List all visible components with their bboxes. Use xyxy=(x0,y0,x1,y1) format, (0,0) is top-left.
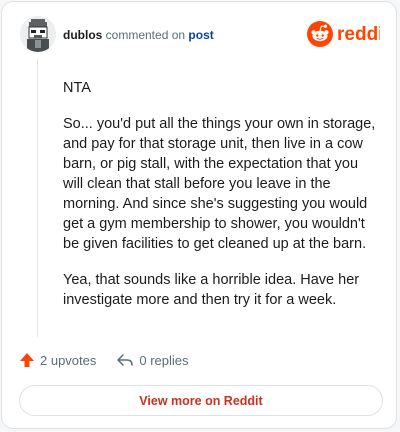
user-avatar[interactable] xyxy=(20,16,56,52)
comment-meta: dublos commented on post xyxy=(63,28,214,42)
reddit-logo-icon: reddit xyxy=(307,21,380,47)
comment-actions: 2 upvotes 0 replies xyxy=(19,350,209,370)
action-text: commented on xyxy=(105,28,186,42)
comment-header: dublos commented on post reddit xyxy=(20,16,380,52)
comment-body: NTA So... you'd put all the things your … xyxy=(63,78,381,326)
upvote-count: 2 upvotes xyxy=(40,352,97,368)
upvote-button[interactable]: 2 upvotes xyxy=(19,352,96,368)
brand-wordmark: reddit xyxy=(337,24,380,45)
reply-button[interactable]: 0 replies xyxy=(116,352,189,368)
post-link[interactable]: post xyxy=(188,28,213,42)
reddit-logo[interactable]: reddit xyxy=(306,20,380,48)
view-more-button[interactable]: View more on Reddit xyxy=(19,385,383,416)
comment-paragraph: Yea, that sounds like a horrible idea. H… xyxy=(63,272,360,308)
reply-count: 0 replies xyxy=(139,352,189,368)
embedded-comment-card: dublos commented on post reddit NTA So..… xyxy=(1,1,397,429)
comment-paragraph: So... you'd put all the things your own … xyxy=(63,116,376,252)
thread-line xyxy=(37,59,38,337)
username-link[interactable]: dublos xyxy=(63,28,102,42)
avatar-icon xyxy=(20,16,56,52)
reply-arrow-icon xyxy=(117,354,134,366)
comment-paragraph: NTA xyxy=(63,80,91,96)
upvote-arrow-icon xyxy=(20,353,34,367)
